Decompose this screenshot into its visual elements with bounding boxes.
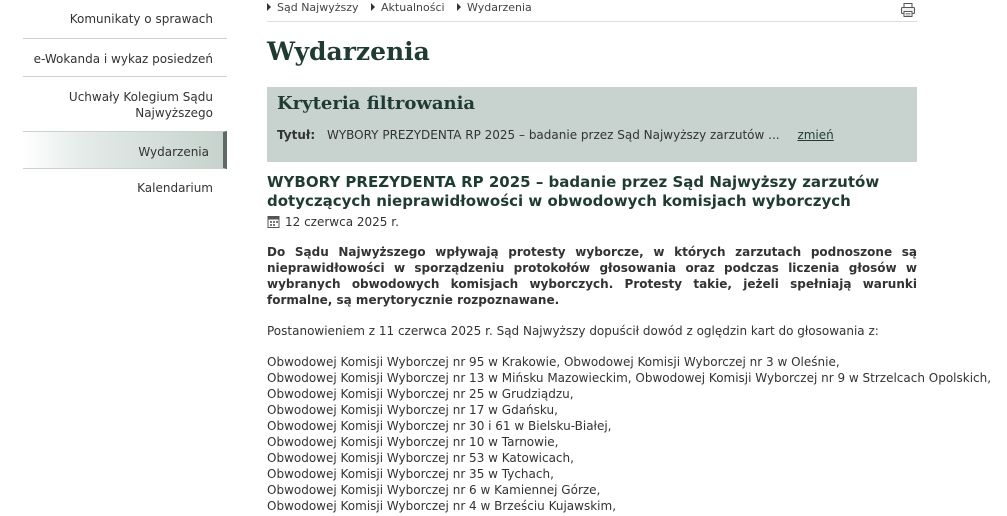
breadcrumb-item[interactable]: Wydarzenia: [467, 1, 532, 14]
printer-icon[interactable]: [900, 2, 916, 18]
sidebar-item-label: Uchwały Kolegium Sądu Najwyższego: [68, 90, 213, 120]
article-paragraph: Postanowieniem z 11 czerwca 2025 r. Sąd …: [267, 324, 879, 338]
sidebar-item-label: Wydarzenia: [138, 145, 209, 159]
calendar-icon: [267, 215, 281, 228]
list-item: Obwodowej Komisji Wyborczej nr 13 w Mińs…: [267, 371, 992, 385]
breadcrumb-item[interactable]: Aktualności: [381, 1, 445, 14]
filter-row: Tytuł: WYBORY PREZYDENTA RP 2025 – badan…: [277, 127, 907, 143]
filter-label: Tytuł:: [277, 128, 316, 142]
sidebar-item-label: Komunikaty o sprawach: [69, 12, 213, 26]
breadcrumb: Sąd Najwyższy Aktualności Wydarzenia: [267, 0, 917, 22]
list-item: Obwodowej Komisji Wyborczej nr 6 w Kamie…: [267, 483, 601, 497]
article-lead: Do Sądu Najwyższego wpływają protesty wy…: [267, 245, 917, 307]
sidebar-item-e-wokanda[interactable]: e-Wokanda i wykaz posiedzeń: [23, 39, 227, 77]
article-title[interactable]: WYBORY PREZYDENTA RP 2025 – badanie prze…: [267, 173, 917, 211]
list-item: Obwodowej Komisji Wyborczej nr 35 w Tych…: [267, 467, 554, 481]
sidebar: Komunikaty o sprawach e-Wokanda i wykaz …: [23, 0, 227, 208]
sidebar-item-kalendarium[interactable]: Kalendarium: [23, 169, 227, 208]
main-content: Sąd Najwyższy Aktualności Wydarzenia Wyd…: [267, 0, 992, 514]
sidebar-item-label: Kalendarium: [137, 181, 213, 195]
filter-change-link[interactable]: zmień: [797, 128, 833, 142]
filter-criteria-box: Kryteria filtrowania Tytuł: WYBORY PREZY…: [267, 87, 917, 162]
sidebar-item-wydarzenia[interactable]: Wydarzenia: [23, 131, 227, 169]
breadcrumb-item[interactable]: Sąd Najwyższy: [277, 1, 359, 14]
list-item: Obwodowej Komisji Wyborczej nr 4 w Brześ…: [267, 499, 617, 513]
sidebar-item-komunikaty[interactable]: Komunikaty o sprawach: [23, 0, 227, 39]
page-title: Wydarzenia: [267, 37, 430, 66]
article-date: 12 czerwca 2025 r.: [267, 214, 917, 230]
list-item: Obwodowej Komisji Wyborczej nr 25 w Grud…: [267, 387, 574, 401]
sidebar-item-uchwaly[interactable]: Uchwały Kolegium Sądu Najwyższego: [23, 77, 227, 132]
breadcrumb-arrow-icon: [457, 3, 462, 11]
list-item: Obwodowej Komisji Wyborczej nr 30 i 61 w…: [267, 419, 612, 433]
list-item: Obwodowej Komisji Wyborczej nr 95 w Krak…: [267, 355, 840, 369]
list-item: Obwodowej Komisji Wyborczej nr 53 w Kato…: [267, 451, 574, 465]
article: WYBORY PREZYDENTA RP 2025 – badanie prze…: [267, 173, 992, 514]
article-date-text: 12 czerwca 2025 r.: [285, 215, 399, 229]
list-item: Obwodowej Komisji Wyborczej nr 10 w Tarn…: [267, 435, 559, 449]
sidebar-item-label: e-Wokanda i wykaz posiedzeń: [33, 52, 213, 66]
breadcrumb-arrow-icon: [371, 3, 376, 11]
commission-list: Obwodowej Komisji Wyborczej nr 95 w Krak…: [267, 354, 992, 514]
filter-title: Kryteria filtrowania: [277, 93, 476, 114]
breadcrumb-arrow-icon: [267, 3, 271, 11]
filter-value: WYBORY PREZYDENTA RP 2025 – badanie prze…: [326, 128, 780, 142]
list-item: Obwodowej Komisji Wyborczej nr 17 w Gdań…: [267, 403, 558, 417]
